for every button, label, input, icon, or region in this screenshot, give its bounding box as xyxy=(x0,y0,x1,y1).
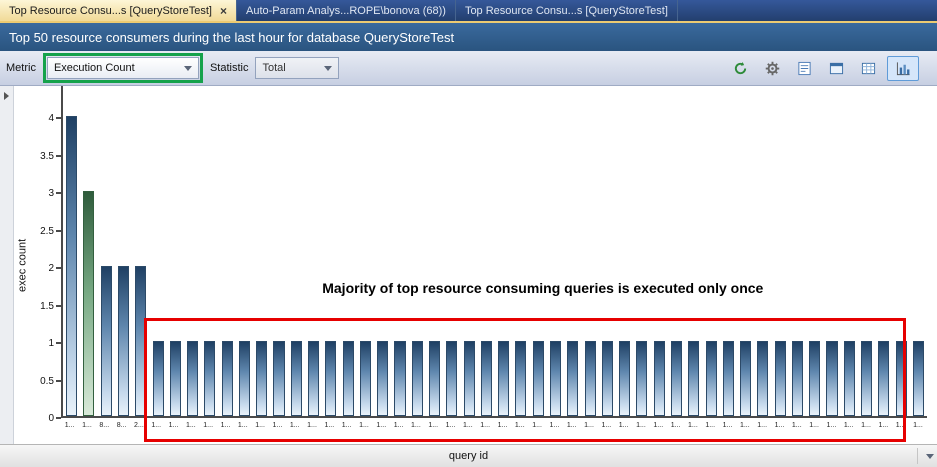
y-tick-label: 1 xyxy=(48,338,54,349)
bar-chart-view-icon xyxy=(896,61,911,76)
y-tick-label: 3.5 xyxy=(40,151,54,162)
report-toolbar: Metric Execution Count Statistic Total xyxy=(0,51,937,86)
y-tick-label: 0 xyxy=(48,413,54,424)
tab-top-resource-consumers-1[interactable]: Top Resource Consu...s [QueryStoreTest] … xyxy=(0,0,237,21)
metric-dropdown[interactable]: Execution Count xyxy=(47,57,199,79)
refresh-icon xyxy=(733,61,748,76)
y-tick-label: 0.5 xyxy=(40,376,54,387)
chevron-right-icon xyxy=(4,92,9,100)
metric-label: Metric xyxy=(6,62,36,74)
refresh-button[interactable] xyxy=(727,56,754,81)
document-tab-strip: Top Resource Consu...s [QueryStoreTest] … xyxy=(0,0,937,23)
y-tick-mark xyxy=(56,305,61,307)
y-tick-mark xyxy=(56,342,61,344)
highlight-box-annotation xyxy=(144,318,906,442)
y-tick-mark xyxy=(56,192,61,194)
collapsed-side-panel[interactable] xyxy=(0,86,14,444)
tab-auto-param-analysis[interactable]: Auto-Param Analys...ROPE\bonova (68)) xyxy=(237,0,456,21)
chart-annotation-text: Majority of top resource consuming queri… xyxy=(254,280,832,296)
grid-view-button[interactable] xyxy=(855,56,882,81)
y-axis-title: exec count xyxy=(14,86,31,444)
tab-label: Top Resource Consu...s [QueryStoreTest] xyxy=(465,5,668,17)
tab-label: Top Resource Consu...s [QueryStoreTest] xyxy=(9,5,212,17)
metric-value: Execution Count xyxy=(54,62,135,74)
chevron-down-icon xyxy=(324,66,332,71)
x-tick-label: 1... xyxy=(78,422,95,444)
query-bar[interactable] xyxy=(101,266,112,416)
x-tick-label: 8... xyxy=(113,422,130,444)
chevron-down-icon xyxy=(184,66,192,71)
y-tick-label: 4 xyxy=(48,113,54,124)
y-tick-label: 2.5 xyxy=(40,226,54,237)
x-axis-label: query id xyxy=(0,450,937,462)
bar-slot xyxy=(910,341,927,416)
settings-button[interactable] xyxy=(759,56,786,81)
y-axis: 0 0.5 1 1.5 2 2.5 3 3.5 4 xyxy=(31,86,61,444)
window-view-button[interactable] xyxy=(823,56,850,81)
page-title: Top 50 resource consumers during the las… xyxy=(9,30,454,45)
bar-slot xyxy=(63,116,80,416)
statistic-dropdown[interactable]: Total xyxy=(255,57,339,79)
query-store-report-window: Top Resource Consu...s [QueryStoreTest] … xyxy=(0,0,937,467)
x-tick-label: 8... xyxy=(96,422,113,444)
chart-view-button[interactable] xyxy=(887,56,919,81)
tab-top-resource-consumers-2[interactable]: Top Resource Consu...s [QueryStoreTest] xyxy=(456,0,678,21)
y-tick-mark xyxy=(56,267,61,269)
plot-area: 1...1...8...8...2...1...1...1...1...1...… xyxy=(61,86,937,444)
query-bar-selected[interactable] xyxy=(83,191,94,416)
x-axis-dropdown-button[interactable] xyxy=(917,448,934,464)
chevron-down-icon xyxy=(926,454,934,459)
y-tick-mark xyxy=(56,417,61,419)
x-tick-label: 1... xyxy=(909,422,926,444)
tab-label: Auto-Param Analys...ROPE\bonova (68)) xyxy=(246,5,446,17)
bar-slot xyxy=(115,266,132,416)
y-tick-label: 3 xyxy=(48,188,54,199)
bar-slot xyxy=(98,266,115,416)
window-view-icon xyxy=(829,61,844,76)
statistic-value: Total xyxy=(262,62,285,74)
y-tick-mark xyxy=(56,155,61,157)
metric-highlight-annotation: Execution Count xyxy=(43,53,203,83)
grid-view-icon xyxy=(861,61,876,76)
query-bar[interactable] xyxy=(913,341,924,416)
y-tick-mark xyxy=(56,117,61,119)
statistic-label: Statistic xyxy=(210,62,249,74)
gear-icon xyxy=(765,61,780,76)
view-query-text-icon xyxy=(797,61,812,76)
x-axis-bar: query id xyxy=(0,444,937,467)
bar-slot xyxy=(80,191,97,416)
query-bar[interactable] xyxy=(118,266,129,416)
chart-main-area: exec count 00.511.522.533.54 1...1...8..… xyxy=(0,86,937,444)
toolbar-button-group xyxy=(727,56,931,81)
x-tick-label: 1... xyxy=(61,422,78,444)
y-tick-mark xyxy=(56,230,61,232)
y-tick-label: 1.5 xyxy=(40,301,54,312)
y-tick-mark xyxy=(56,380,61,382)
close-icon[interactable]: × xyxy=(220,5,227,17)
chart-region: exec count 00.511.522.533.54 1...1...8..… xyxy=(14,86,937,444)
report-title-bar: Top 50 resource consumers during the las… xyxy=(0,23,937,51)
query-bar[interactable] xyxy=(66,116,77,416)
y-tick-label: 2 xyxy=(48,263,54,274)
view-query-text-button[interactable] xyxy=(791,56,818,81)
